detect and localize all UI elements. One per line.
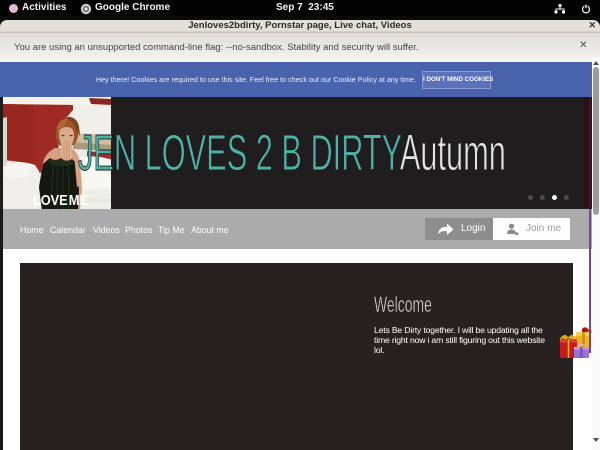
svg-text:LOVE ME: LOVE ME: [33, 191, 88, 208]
svg-text:myfreecams: myfreecams: [85, 198, 111, 204]
